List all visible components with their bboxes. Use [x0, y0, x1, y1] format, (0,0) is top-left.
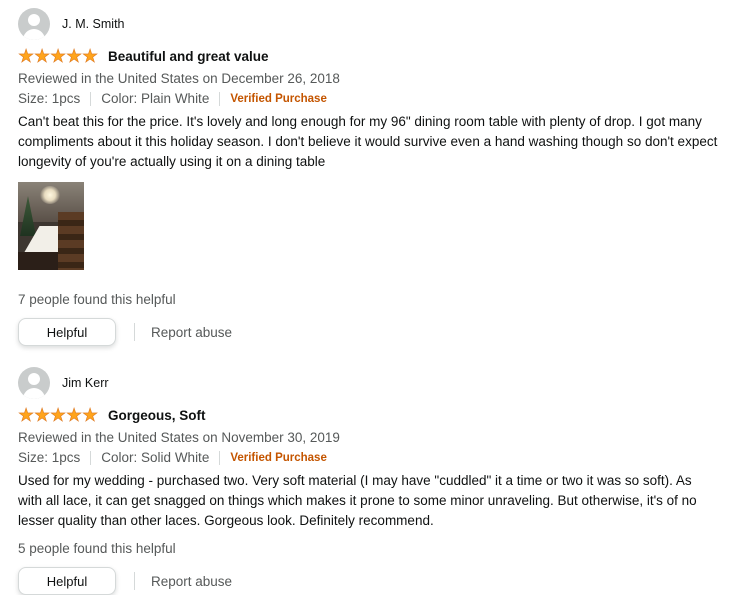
avatar: [18, 8, 50, 40]
color-variant[interactable]: Color: Solid White: [101, 448, 209, 468]
reviewer-name: Jim Kerr: [62, 376, 109, 390]
reviewer-profile[interactable]: Jim Kerr: [18, 367, 718, 399]
review-date: Reviewed in the United States on Novembe…: [18, 430, 340, 445]
review-photo[interactable]: [18, 182, 84, 270]
divider: [90, 451, 92, 465]
review-body: Used for my wedding - purchased two. Ver…: [18, 473, 697, 528]
star-icon: ★: [82, 46, 99, 66]
review-body: Can't beat this for the price. It's love…: [18, 114, 718, 169]
reviewer-name: J. M. Smith: [62, 17, 125, 31]
helpful-count: 7 people found this helpful: [18, 292, 176, 307]
star-icon: ★: [50, 405, 67, 425]
size-variant[interactable]: Size: 1pcs: [18, 89, 80, 109]
review-date: Reviewed in the United States on Decembe…: [18, 71, 340, 86]
helpful-button[interactable]: Helpful: [18, 567, 116, 595]
reviewer-profile[interactable]: J. M. Smith: [18, 8, 718, 40]
star-icon: ★: [18, 46, 35, 66]
color-variant[interactable]: Color: Plain White: [101, 89, 209, 109]
star-icon: ★: [50, 46, 67, 66]
divider: [134, 572, 135, 590]
verified-purchase-badge: Verified Purchase: [230, 452, 327, 464]
divider: [134, 323, 135, 341]
review-1: J. M. Smith ★ ★ ★ ★ ★ Beautiful and great va…: [18, 8, 718, 346]
star-icon: ★: [82, 405, 99, 425]
star-icon: ★: [66, 46, 83, 66]
report-abuse-link[interactable]: Report abuse: [151, 574, 232, 589]
review-title[interactable]: Beautiful and great value: [108, 49, 269, 64]
size-variant[interactable]: Size: 1pcs: [18, 448, 80, 468]
helpful-button[interactable]: Helpful: [18, 318, 116, 346]
star-icon: ★: [66, 405, 83, 425]
divider: [219, 92, 221, 106]
review-2: Jim Kerr ★ ★ ★ ★ ★ Gorgeous, Soft Reviewed i…: [18, 367, 718, 595]
star-rating[interactable]: ★ ★ ★ ★ ★: [18, 46, 99, 66]
star-icon: ★: [34, 46, 51, 66]
verified-purchase-badge: Verified Purchase: [230, 93, 327, 105]
report-abuse-link[interactable]: Report abuse: [151, 325, 232, 340]
divider: [219, 451, 221, 465]
helpful-count: 5 people found this helpful: [18, 541, 176, 556]
star-rating[interactable]: ★ ★ ★ ★ ★: [18, 405, 99, 425]
review-title[interactable]: Gorgeous, Soft: [108, 408, 206, 423]
avatar: [18, 367, 50, 399]
divider: [90, 92, 92, 106]
star-icon: ★: [18, 405, 35, 425]
star-icon: ★: [34, 405, 51, 425]
